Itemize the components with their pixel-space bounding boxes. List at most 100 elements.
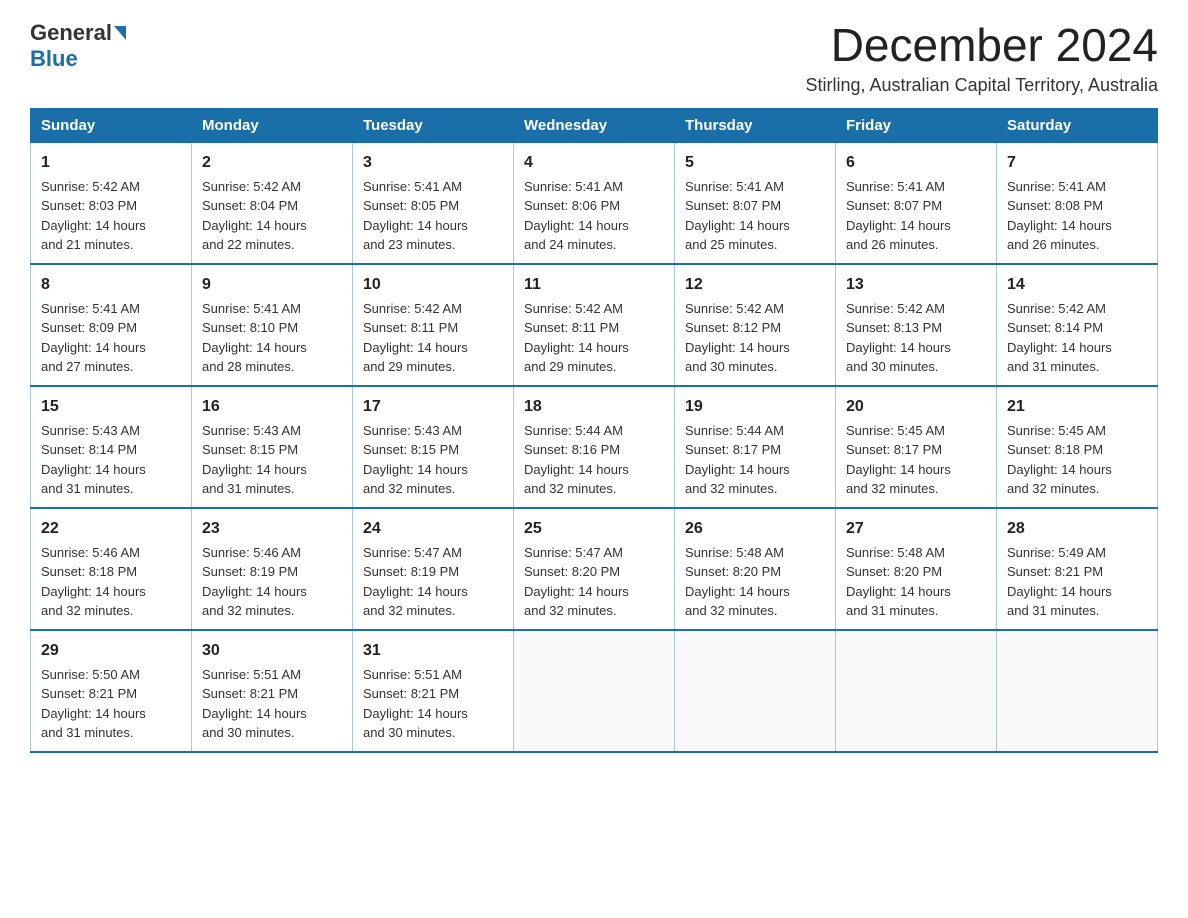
calendar-week-row: 8Sunrise: 5:41 AMSunset: 8:09 PMDaylight… <box>31 264 1158 386</box>
table-row: 8Sunrise: 5:41 AMSunset: 8:09 PMDaylight… <box>31 264 192 386</box>
table-row: 24Sunrise: 5:47 AMSunset: 8:19 PMDayligh… <box>353 508 514 630</box>
day-number: 19 <box>685 395 825 419</box>
table-row: 5Sunrise: 5:41 AMSunset: 8:07 PMDaylight… <box>675 142 836 264</box>
location-subtitle: Stirling, Australian Capital Territory, … <box>806 75 1159 96</box>
day-number: 10 <box>363 273 503 297</box>
day-info: Sunrise: 5:46 AMSunset: 8:18 PMDaylight:… <box>41 543 181 621</box>
table-row: 18Sunrise: 5:44 AMSunset: 8:16 PMDayligh… <box>514 386 675 508</box>
day-info: Sunrise: 5:47 AMSunset: 8:19 PMDaylight:… <box>363 543 503 621</box>
day-info: Sunrise: 5:41 AMSunset: 8:10 PMDaylight:… <box>202 299 342 377</box>
table-row: 10Sunrise: 5:42 AMSunset: 8:11 PMDayligh… <box>353 264 514 386</box>
day-info: Sunrise: 5:48 AMSunset: 8:20 PMDaylight:… <box>685 543 825 621</box>
logo-blue-text: Blue <box>30 46 78 72</box>
day-number: 8 <box>41 273 181 297</box>
header-sunday: Sunday <box>31 108 192 142</box>
day-info: Sunrise: 5:41 AMSunset: 8:07 PMDaylight:… <box>685 177 825 255</box>
table-row: 3Sunrise: 5:41 AMSunset: 8:05 PMDaylight… <box>353 142 514 264</box>
table-row: 11Sunrise: 5:42 AMSunset: 8:11 PMDayligh… <box>514 264 675 386</box>
day-number: 12 <box>685 273 825 297</box>
day-number: 7 <box>1007 151 1147 175</box>
day-info: Sunrise: 5:50 AMSunset: 8:21 PMDaylight:… <box>41 665 181 743</box>
calendar-week-row: 29Sunrise: 5:50 AMSunset: 8:21 PMDayligh… <box>31 630 1158 752</box>
logo-arrow-icon <box>114 26 126 40</box>
day-info: Sunrise: 5:43 AMSunset: 8:15 PMDaylight:… <box>202 421 342 499</box>
day-number: 27 <box>846 517 986 541</box>
table-row: 4Sunrise: 5:41 AMSunset: 8:06 PMDaylight… <box>514 142 675 264</box>
table-row: 1Sunrise: 5:42 AMSunset: 8:03 PMDaylight… <box>31 142 192 264</box>
table-row: 15Sunrise: 5:43 AMSunset: 8:14 PMDayligh… <box>31 386 192 508</box>
calendar-week-row: 1Sunrise: 5:42 AMSunset: 8:03 PMDaylight… <box>31 142 1158 264</box>
header-thursday: Thursday <box>675 108 836 142</box>
day-number: 1 <box>41 151 181 175</box>
day-info: Sunrise: 5:42 AMSunset: 8:11 PMDaylight:… <box>363 299 503 377</box>
day-number: 13 <box>846 273 986 297</box>
header-monday: Monday <box>192 108 353 142</box>
day-info: Sunrise: 5:51 AMSunset: 8:21 PMDaylight:… <box>202 665 342 743</box>
day-number: 20 <box>846 395 986 419</box>
day-number: 31 <box>363 639 503 663</box>
day-number: 9 <box>202 273 342 297</box>
page-header: General Blue December 2024 Stirling, Aus… <box>30 20 1158 96</box>
day-number: 14 <box>1007 273 1147 297</box>
day-info: Sunrise: 5:48 AMSunset: 8:20 PMDaylight:… <box>846 543 986 621</box>
day-number: 21 <box>1007 395 1147 419</box>
day-number: 6 <box>846 151 986 175</box>
day-number: 28 <box>1007 517 1147 541</box>
day-info: Sunrise: 5:42 AMSunset: 8:11 PMDaylight:… <box>524 299 664 377</box>
table-row: 29Sunrise: 5:50 AMSunset: 8:21 PMDayligh… <box>31 630 192 752</box>
day-info: Sunrise: 5:41 AMSunset: 8:06 PMDaylight:… <box>524 177 664 255</box>
day-info: Sunrise: 5:46 AMSunset: 8:19 PMDaylight:… <box>202 543 342 621</box>
day-info: Sunrise: 5:47 AMSunset: 8:20 PMDaylight:… <box>524 543 664 621</box>
day-info: Sunrise: 5:43 AMSunset: 8:15 PMDaylight:… <box>363 421 503 499</box>
calendar-week-row: 22Sunrise: 5:46 AMSunset: 8:18 PMDayligh… <box>31 508 1158 630</box>
day-number: 18 <box>524 395 664 419</box>
title-block: December 2024 Stirling, Australian Capit… <box>806 20 1159 96</box>
day-info: Sunrise: 5:41 AMSunset: 8:05 PMDaylight:… <box>363 177 503 255</box>
logo: General Blue <box>30 20 128 72</box>
table-row: 22Sunrise: 5:46 AMSunset: 8:18 PMDayligh… <box>31 508 192 630</box>
day-info: Sunrise: 5:45 AMSunset: 8:18 PMDaylight:… <box>1007 421 1147 499</box>
day-number: 11 <box>524 273 664 297</box>
day-info: Sunrise: 5:42 AMSunset: 8:14 PMDaylight:… <box>1007 299 1147 377</box>
table-row: 14Sunrise: 5:42 AMSunset: 8:14 PMDayligh… <box>997 264 1158 386</box>
day-number: 4 <box>524 151 664 175</box>
day-number: 2 <box>202 151 342 175</box>
day-info: Sunrise: 5:42 AMSunset: 8:03 PMDaylight:… <box>41 177 181 255</box>
table-row: 27Sunrise: 5:48 AMSunset: 8:20 PMDayligh… <box>836 508 997 630</box>
day-number: 29 <box>41 639 181 663</box>
day-info: Sunrise: 5:45 AMSunset: 8:17 PMDaylight:… <box>846 421 986 499</box>
day-info: Sunrise: 5:42 AMSunset: 8:12 PMDaylight:… <box>685 299 825 377</box>
table-row: 25Sunrise: 5:47 AMSunset: 8:20 PMDayligh… <box>514 508 675 630</box>
table-row: 6Sunrise: 5:41 AMSunset: 8:07 PMDaylight… <box>836 142 997 264</box>
table-row: 13Sunrise: 5:42 AMSunset: 8:13 PMDayligh… <box>836 264 997 386</box>
day-info: Sunrise: 5:44 AMSunset: 8:16 PMDaylight:… <box>524 421 664 499</box>
header-wednesday: Wednesday <box>514 108 675 142</box>
day-info: Sunrise: 5:51 AMSunset: 8:21 PMDaylight:… <box>363 665 503 743</box>
day-number: 15 <box>41 395 181 419</box>
calendar-table: Sunday Monday Tuesday Wednesday Thursday… <box>30 108 1158 753</box>
day-info: Sunrise: 5:41 AMSunset: 8:09 PMDaylight:… <box>41 299 181 377</box>
day-number: 5 <box>685 151 825 175</box>
day-number: 22 <box>41 517 181 541</box>
day-number: 23 <box>202 517 342 541</box>
day-info: Sunrise: 5:41 AMSunset: 8:07 PMDaylight:… <box>846 177 986 255</box>
table-row: 30Sunrise: 5:51 AMSunset: 8:21 PMDayligh… <box>192 630 353 752</box>
table-row: 17Sunrise: 5:43 AMSunset: 8:15 PMDayligh… <box>353 386 514 508</box>
day-number: 24 <box>363 517 503 541</box>
day-number: 30 <box>202 639 342 663</box>
day-info: Sunrise: 5:49 AMSunset: 8:21 PMDaylight:… <box>1007 543 1147 621</box>
table-row: 16Sunrise: 5:43 AMSunset: 8:15 PMDayligh… <box>192 386 353 508</box>
day-info: Sunrise: 5:44 AMSunset: 8:17 PMDaylight:… <box>685 421 825 499</box>
table-row: 28Sunrise: 5:49 AMSunset: 8:21 PMDayligh… <box>997 508 1158 630</box>
table-row <box>514 630 675 752</box>
day-number: 17 <box>363 395 503 419</box>
logo-general-text: General <box>30 20 112 46</box>
table-row: 2Sunrise: 5:42 AMSunset: 8:04 PMDaylight… <box>192 142 353 264</box>
day-number: 16 <box>202 395 342 419</box>
table-row: 7Sunrise: 5:41 AMSunset: 8:08 PMDaylight… <box>997 142 1158 264</box>
header-saturday: Saturday <box>997 108 1158 142</box>
table-row <box>997 630 1158 752</box>
table-row: 21Sunrise: 5:45 AMSunset: 8:18 PMDayligh… <box>997 386 1158 508</box>
month-title: December 2024 <box>806 20 1159 71</box>
table-row: 26Sunrise: 5:48 AMSunset: 8:20 PMDayligh… <box>675 508 836 630</box>
